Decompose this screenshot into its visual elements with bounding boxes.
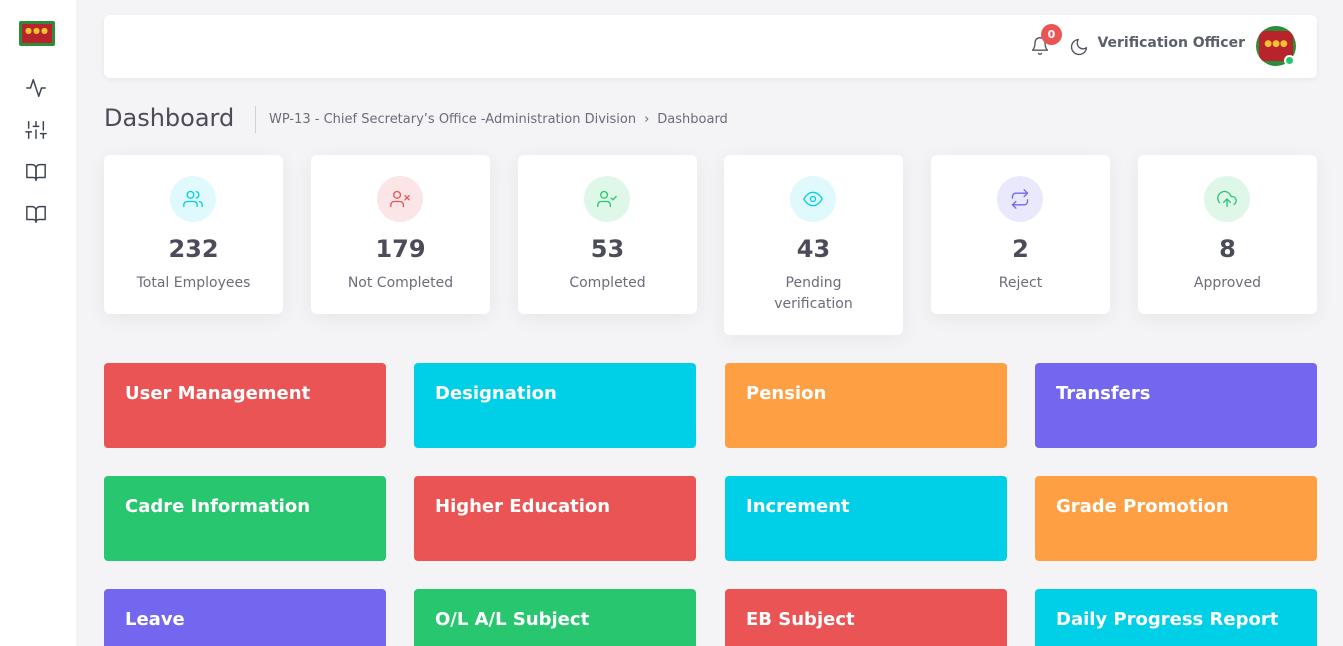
- stat-card-completed: 53 Completed: [518, 155, 697, 314]
- page-title: Dashboard: [104, 104, 235, 132]
- breadcrumb-current: Dashboard: [657, 112, 728, 127]
- tile-label: EB Subject: [746, 609, 855, 630]
- breadcrumb: WP-13 - Chief Secretary’s Office -Admini…: [269, 112, 728, 127]
- stat-value: 8: [1219, 235, 1236, 263]
- tile-pension[interactable]: Pension: [725, 363, 1007, 448]
- user-check-icon: [584, 176, 630, 222]
- stat-card-approved: 8 Approved: [1138, 155, 1317, 314]
- tile-higher-education[interactable]: Higher Education: [414, 476, 696, 561]
- top-navbar: 0 Verification Officer: [104, 15, 1317, 78]
- tile-label: Cadre Information: [125, 496, 311, 517]
- stat-card-pending-verification: 43 Pending verification: [724, 155, 903, 335]
- tile-user-management[interactable]: User Management: [104, 363, 386, 448]
- stat-value: 43: [796, 235, 831, 263]
- tile-label: Pension: [746, 383, 827, 404]
- tile-transfers[interactable]: Transfers: [1035, 363, 1317, 448]
- sliders-icon[interactable]: [25, 119, 47, 141]
- stat-label: Approved: [1193, 275, 1262, 291]
- stat-card-total-employees: 232 Total Employees: [104, 155, 283, 314]
- tile-label: Designation: [435, 383, 557, 404]
- moon-icon[interactable]: [1069, 37, 1091, 59]
- tile-label: Higher Education: [435, 496, 611, 517]
- stat-label: Reject: [998, 275, 1043, 291]
- tile-ol-al-subject[interactable]: O/L A/L Subject: [414, 589, 696, 646]
- tile-label: Transfers: [1056, 383, 1151, 404]
- tile-label: Daily Progress Report: [1056, 609, 1279, 630]
- tile-label: O/L A/L Subject: [435, 609, 590, 630]
- tile-eb-subject[interactable]: EB Subject: [725, 589, 1007, 646]
- stat-card-not-completed: 179 Not Completed: [311, 155, 490, 314]
- emblem-logo-icon[interactable]: [19, 21, 55, 46]
- tile-daily-progress-report[interactable]: Daily Progress Report: [1035, 589, 1317, 646]
- user-name[interactable]: Verification Officer: [1097, 35, 1245, 51]
- activity-icon[interactable]: [25, 77, 47, 99]
- eye-icon: [790, 176, 836, 222]
- chevron-right-icon: ›: [644, 112, 650, 127]
- user-x-icon: [377, 176, 423, 222]
- stat-value: 179: [375, 235, 426, 263]
- online-status-dot: [1284, 55, 1295, 66]
- upload-cloud-icon: [1204, 176, 1250, 222]
- sidebar: [0, 0, 76, 646]
- tile-label: Leave: [125, 609, 185, 630]
- stat-value: 2: [1012, 235, 1029, 263]
- tile-label: User Management: [125, 383, 311, 404]
- book-open-icon[interactable]: [25, 203, 47, 225]
- breadcrumb-section[interactable]: WP-13 - Chief Secretary’s Office -Admini…: [269, 112, 636, 127]
- stat-value: 53: [590, 235, 625, 263]
- stat-label: Pending verification: [774, 275, 853, 312]
- stat-value: 232: [168, 235, 219, 263]
- tile-label: Grade Promotion: [1056, 496, 1229, 517]
- tile-cadre-information[interactable]: Cadre Information: [104, 476, 386, 561]
- notification-badge: 0: [1041, 24, 1062, 45]
- tile-grade-promotion[interactable]: Grade Promotion: [1035, 476, 1317, 561]
- tile-increment[interactable]: Increment: [725, 476, 1007, 561]
- tile-label: Increment: [746, 496, 850, 517]
- stat-card-reject: 2 Reject: [931, 155, 1110, 314]
- stat-label: Completed: [569, 275, 646, 291]
- tile-leave[interactable]: Leave: [104, 589, 386, 646]
- tile-designation[interactable]: Designation: [414, 363, 696, 448]
- repeat-icon: [997, 176, 1043, 222]
- title-divider: [255, 106, 256, 133]
- users-icon: [170, 176, 216, 222]
- book-open-icon[interactable]: [25, 161, 47, 183]
- stat-label: Total Employees: [136, 275, 251, 291]
- stat-label: Not Completed: [347, 275, 454, 291]
